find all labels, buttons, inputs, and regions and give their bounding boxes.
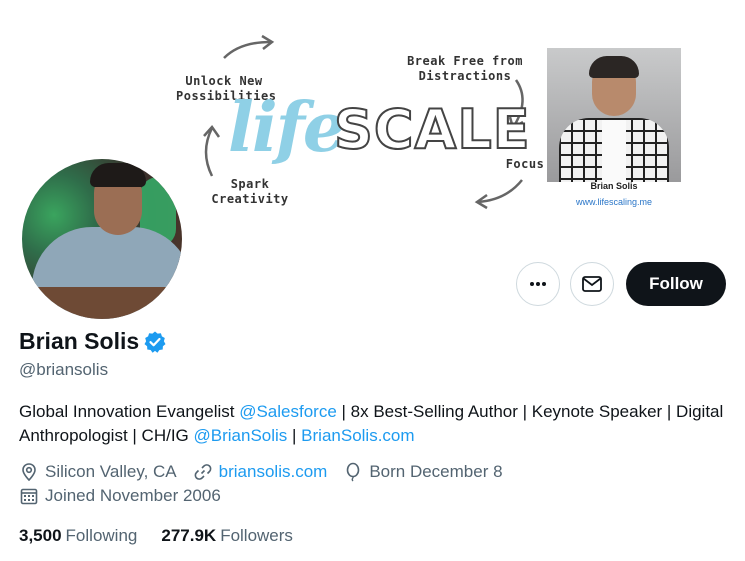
banner-break-text: Break Free from Distractions — [407, 54, 523, 83]
link-icon — [194, 464, 212, 480]
follow-stats: 3,500 Following 277.9K Followers — [19, 526, 317, 546]
user-handle: @briansolis — [19, 360, 109, 379]
joined: Joined November 2006 — [19, 486, 221, 506]
calendar-icon — [20, 488, 38, 505]
following-label: Following — [65, 526, 138, 545]
verified-badge-icon[interactable] — [143, 330, 167, 354]
birthday: Born December 8 — [343, 462, 503, 482]
profile-meta-joined: Joined November 2006 — [19, 486, 237, 506]
following-stat[interactable]: 3,500 Following — [19, 526, 137, 546]
location-text: Silicon Valley, CA — [45, 462, 177, 481]
followers-count: 277.9K — [161, 526, 217, 545]
name-row: Brian Solis — [19, 328, 167, 355]
display-name: Brian Solis — [19, 328, 140, 354]
message-button[interactable] — [570, 262, 614, 306]
banner-spark-text: Spark Creativity — [211, 177, 289, 206]
location-pin-icon — [22, 463, 36, 482]
banner-scale-word: SCALE — [333, 98, 531, 161]
website-link[interactable]: briansolis.com — [219, 462, 328, 482]
banner-portrait-shirt — [602, 120, 626, 182]
birthday-text: Born December 8 — [369, 462, 503, 481]
more-icon — [530, 282, 546, 286]
followers-label: Followers — [220, 526, 293, 545]
banner-portrait-name: Brian Solis — [590, 181, 638, 191]
joined-text: Joined November 2006 — [45, 486, 221, 505]
mail-icon — [582, 276, 602, 292]
avatar-table — [22, 287, 182, 319]
website: briansolis.com — [193, 462, 328, 482]
profile-meta: Silicon Valley, CA briansolis.com Born D… — [19, 462, 519, 482]
avatar[interactable] — [18, 155, 186, 323]
bio-text-1: Global Innovation Evangelist — [19, 402, 240, 421]
followers-stat[interactable]: 277.9K Followers — [161, 526, 293, 546]
balloon-icon — [347, 462, 360, 482]
following-count: 3,500 — [19, 526, 62, 545]
bio-link-website[interactable]: BrianSolis.com — [301, 426, 414, 445]
banner-portrait — [547, 48, 681, 182]
bio: Global Innovation Evangelist @Salesforce… — [19, 400, 729, 448]
more-button[interactable] — [516, 262, 560, 306]
banner-portrait-hair — [589, 56, 639, 78]
avatar-hair — [90, 163, 146, 187]
bio-text-3: | — [287, 426, 302, 445]
bio-mention-salesforce[interactable]: @Salesforce — [239, 402, 337, 421]
bio-mention-briansolis[interactable]: @BrianSolis — [194, 426, 288, 445]
banner-life-word: life — [228, 88, 346, 168]
location: Silicon Valley, CA — [19, 462, 177, 482]
banner-portrait-url: www.lifescaling.me — [575, 197, 653, 207]
follow-button[interactable]: Follow — [626, 262, 726, 306]
